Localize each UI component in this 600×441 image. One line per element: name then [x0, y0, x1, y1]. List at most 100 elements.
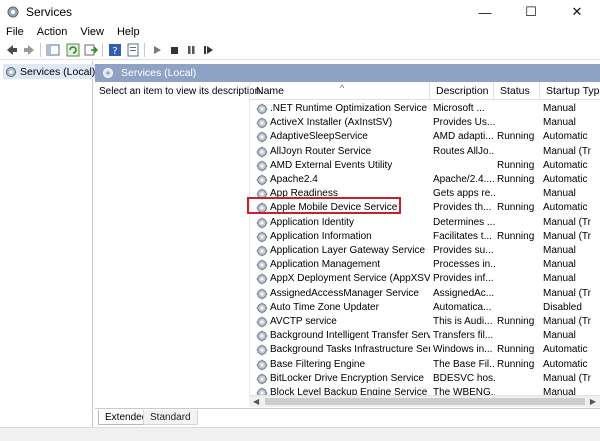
- service-description: Processes in...: [433, 259, 495, 271]
- service-row[interactable]: Auto Time Zone Updater Automatica... Disab…: [250, 301, 600, 315]
- service-startup-type: Manual: [543, 387, 576, 395]
- horizontal-scrollbar[interactable]: ◀ ▶: [249, 395, 600, 407]
- service-description: AMD adapti...: [433, 131, 494, 143]
- service-name-cell: Apple Mobile Device Service: [256, 201, 430, 215]
- service-status: Running: [497, 174, 535, 185]
- service-name: AMD External Events Utility: [270, 159, 393, 171]
- service-startup-type: Automatic: [543, 358, 588, 370]
- service-row[interactable]: Base Filtering Engine The Base Fil... Runn…: [250, 358, 600, 372]
- close-button[interactable]: ✕: [554, 0, 600, 24]
- console-tree: Services (Local): [0, 61, 98, 441]
- console-tree-icon[interactable]: [46, 43, 60, 57]
- service-startup-type: Disabled: [543, 301, 582, 313]
- service-row[interactable]: .NET Runtime Optimization Service v2...M…: [250, 102, 600, 116]
- service-row[interactable]: Application Information Facilitates t... R…: [250, 230, 600, 244]
- service-row[interactable]: AppX Deployment Service (AppXSVC) Provide…: [250, 272, 600, 286]
- service-description: Provides su...: [433, 245, 494, 256]
- service-row[interactable]: Background Tasks Infrastructure ServiceW…: [250, 343, 600, 357]
- service-description: BDESVC hos...: [433, 372, 495, 384]
- forward-arrow-icon[interactable]: [22, 43, 36, 57]
- service-name-cell: BitLocker Drive Encryption Service: [256, 372, 430, 386]
- service-row[interactable]: Application Identity Determines ... Manual…: [250, 216, 600, 230]
- service-name: Apache2.4: [270, 174, 318, 185]
- service-startup-type: Automatic: [543, 131, 588, 143]
- properties-icon[interactable]: [126, 43, 140, 57]
- column-header-status[interactable]: Status: [494, 82, 540, 100]
- service-name-cell: Application Information: [256, 230, 430, 244]
- toolbar-separator: [40, 43, 41, 57]
- service-startup-type: Automatic: [543, 344, 588, 356]
- column-header-description[interactable]: Description: [430, 82, 494, 100]
- service-name: BitLocker Drive Encryption Service: [270, 372, 424, 384]
- service-name: App Readiness: [270, 188, 338, 200]
- service-status: [497, 272, 541, 286]
- gear-icon: [256, 359, 268, 370]
- service-row[interactable]: ActiveX Installer (AxInstSV) Provides Us.…: [250, 116, 600, 130]
- service-startup-type: Manual (Tr: [543, 372, 591, 384]
- toolbar-separator: [144, 43, 145, 57]
- stop-icon[interactable]: [167, 43, 181, 57]
- scroll-left-icon[interactable]: ◀: [253, 396, 259, 408]
- scrollbar-thumb[interactable]: [265, 398, 585, 405]
- service-row[interactable]: Apple Mobile Device Service Provides th..…: [250, 201, 600, 215]
- service-row[interactable]: Block Level Backup Engine Service The WBE…: [250, 386, 600, 395]
- service-description: The WBENG...: [433, 387, 495, 395]
- pane-header-title: Services (Local): [121, 67, 197, 79]
- service-name: Base Filtering Engine: [270, 358, 366, 370]
- gear-icon: [256, 259, 268, 271]
- service-row[interactable]: AdaptiveSleepService AMD adapti... Running…: [250, 130, 600, 144]
- service-startup-type: Manual (Tr: [543, 230, 591, 242]
- restart-icon[interactable]: [201, 43, 215, 57]
- menu-help[interactable]: Help: [111, 24, 147, 40]
- maximize-button[interactable]: ☐: [508, 0, 554, 24]
- service-name-cell: Apache2.4: [256, 173, 430, 187]
- service-status: Running: [497, 344, 535, 356]
- service-description: This is Audi...: [433, 316, 493, 327]
- service-row[interactable]: Application Layer Gateway Service Provide…: [250, 244, 600, 258]
- service-row[interactable]: BitLocker Drive Encryption Service BDESVC…: [250, 372, 600, 386]
- service-name: AdaptiveSleepService: [270, 131, 368, 143]
- pause-icon[interactable]: [184, 43, 198, 57]
- service-description: AssignedAc...: [433, 287, 495, 299]
- play-icon[interactable]: [150, 43, 164, 57]
- service-status: Running: [497, 159, 535, 171]
- service-row[interactable]: AssignedAccessManager Service AssignedAc.…: [250, 287, 600, 301]
- gear-icon: [256, 330, 268, 342]
- column-header-startup-type[interactable]: Startup Type: [540, 82, 600, 100]
- menu-action[interactable]: Action: [31, 24, 75, 40]
- service-status: [497, 287, 541, 301]
- menu-file[interactable]: File: [0, 24, 31, 40]
- service-startup-type: Manual: [543, 245, 576, 256]
- minimize-button[interactable]: —: [462, 0, 508, 24]
- sort-ascending-icon: ^: [340, 83, 345, 93]
- service-row[interactable]: Application Management Processes in... Man…: [250, 258, 600, 272]
- gear-icon: [256, 202, 268, 214]
- service-startup-type: Manual: [543, 273, 576, 285]
- svg-text:?: ?: [112, 46, 117, 57]
- pane-header: Services (Local): [95, 64, 600, 82]
- tab-standard[interactable]: Standard: [143, 410, 198, 425]
- service-row[interactable]: AVCTP service This is Audi... Running Manua…: [250, 315, 600, 329]
- service-name-cell: App Readiness: [256, 187, 430, 201]
- refresh-icon[interactable]: [66, 43, 80, 57]
- service-name: AppX Deployment Service (AppXSVC): [270, 273, 430, 285]
- service-row[interactable]: Background Intelligent Transfer Service T…: [250, 329, 600, 343]
- scroll-right-icon[interactable]: ▶: [590, 396, 596, 408]
- help-icon[interactable]: ?: [108, 43, 122, 57]
- service-row[interactable]: AllJoyn Router Service Routes AllJo... Man…: [250, 145, 600, 159]
- export-icon[interactable]: [84, 43, 98, 57]
- service-name-cell: Application Management: [256, 258, 430, 272]
- tree-item-services-local[interactable]: Services (Local): [3, 64, 98, 79]
- menu-view[interactable]: View: [74, 24, 111, 40]
- service-row[interactable]: Apache2.4 Apache/2.4.... Running Automatic: [250, 173, 600, 187]
- service-row[interactable]: AMD External Events Utility Running Automa…: [250, 159, 600, 173]
- service-name: Application Identity: [270, 216, 354, 228]
- column-header-name[interactable]: Name ^: [250, 82, 430, 100]
- service-name-cell: AMD External Events Utility: [256, 159, 430, 173]
- service-startup-type: Manual (Tr: [543, 287, 591, 299]
- service-status: [497, 329, 541, 343]
- service-row[interactable]: App Readiness Gets apps re... Manual: [250, 187, 600, 201]
- back-arrow-icon[interactable]: [5, 43, 19, 57]
- service-name: Application Layer Gateway Service: [270, 245, 426, 256]
- service-status: [497, 102, 541, 116]
